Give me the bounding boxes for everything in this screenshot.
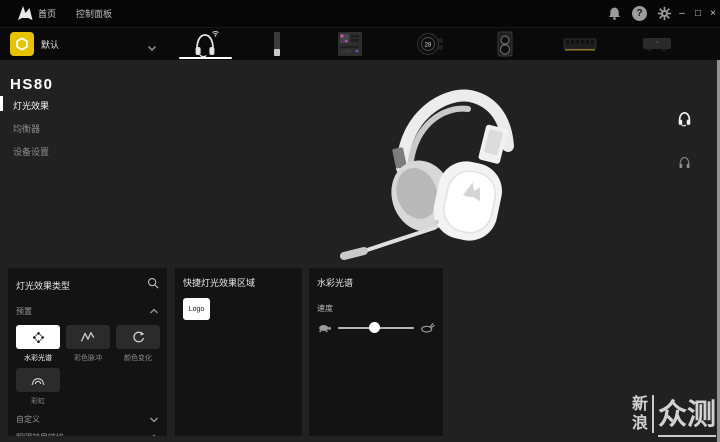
color-shift-icon [132,331,144,342]
section-lighting-link[interactable]: 照明效果链接 [16,432,159,436]
device-tab-flat-device[interactable] [635,28,679,60]
settings-gear-icon[interactable] [656,5,673,22]
wifi-icon [212,31,219,37]
headset-filled-icon [678,111,690,126]
preset-rainbow-button[interactable] [16,368,60,392]
device-tab-headset[interactable] [183,28,227,60]
chevron-up-icon [152,434,156,436]
speed-slider[interactable] [338,322,414,333]
chevron-down-icon [150,417,158,423]
headset-preview-image [330,68,570,271]
section-custom[interactable]: 自定义 [16,414,159,425]
title-bar: 首页 控制面板 ? – □ × [0,0,720,28]
preset-color-pulse-button[interactable] [66,325,110,349]
watermark-divider [652,395,655,433]
speed-label: 速度 [317,304,333,313]
rainbow-icon [31,378,45,385]
window-minimize-button[interactable]: – [674,0,690,27]
page-title: HS80 [10,76,54,93]
notifications-bell-icon[interactable] [606,5,623,22]
profile-name[interactable]: 默认 [41,28,59,60]
spray-icon [32,331,44,343]
watermark-main: 众测 [658,399,717,431]
panel-watercolor-spectrum: 水彩光谱 速度 [309,268,443,436]
preset-watercolor-button[interactable] [16,325,60,349]
preset-label: 水彩光谱 [24,355,52,362]
motherboard-icon [338,32,362,56]
corsair-logo-icon [16,4,36,28]
chevron-down-icon[interactable] [147,39,157,57]
ram-stick-icon [274,32,280,56]
cooler-icon: 28 [417,33,443,55]
panel-title: 灯光效果类型 [16,280,71,291]
window-maximize-button[interactable]: □ [690,0,706,27]
icue-window: 首页 控制面板 ? – □ × 默认 28 HS80 灯光效果 均衡器 设备设置… [0,0,720,442]
view-headset-alt-button[interactable] [674,152,694,172]
help-icon[interactable]: ? [631,5,648,22]
section-preset[interactable]: 预置 [16,306,159,317]
active-nav-indicator [0,96,3,111]
window-close-button[interactable]: × [705,0,720,27]
pulse-wave-icon [80,332,95,342]
speed-slider-handle[interactable] [369,322,381,333]
device-tab-ram-vertical[interactable] [255,28,299,60]
preset-label: 颜色变化 [124,355,152,362]
search-icon[interactable] [147,276,159,294]
device-tab-liquid-cooler[interactable]: 28 [408,28,452,60]
nav-equalizer[interactable]: 均衡器 [13,122,40,135]
device-tab-speakers[interactable] [483,28,527,60]
turtle-slow-icon [319,324,331,332]
nav-device-settings[interactable]: 设备设置 [13,145,49,158]
view-headset-front-button[interactable] [674,108,694,128]
preset-color-shift-button[interactable] [116,325,160,349]
panel-quick-lighting-zone: 快捷灯光效果区域 Logo [175,268,302,436]
svg-text:28: 28 [425,43,432,49]
logo-zone-button[interactable]: Logo [183,298,210,320]
watermark-char: 新 [632,396,649,413]
panel-title: 水彩光谱 [317,278,354,288]
headset-outline-icon [679,156,689,168]
selected-tab-indicator [179,57,232,59]
device-tab-ram-horizontal[interactable] [558,28,602,60]
ram-module-icon [563,38,597,51]
panel-lighting-effect-types: 灯光效果类型 预置 水彩光谱 彩色脉冲 颜色变化 彩虹 自定义 [8,268,167,436]
chevron-up-icon [150,308,158,314]
watermark-underline [658,435,717,437]
preset-label: 彩虹 [31,398,45,405]
watermark-sina-zhongce: 新 浪 众测 [632,391,717,437]
nav-lighting-effects[interactable]: 灯光效果 [13,99,49,112]
menu-control-panel[interactable]: 控制面板 [76,7,112,20]
flat-device-icon [643,37,671,51]
device-bar: 默认 28 [0,28,720,60]
device-tab-motherboard[interactable] [328,28,372,60]
watermark-char: 浪 [632,415,649,432]
profile-avatar[interactable] [10,32,34,56]
speaker-icon [497,31,513,57]
panel-title: 快捷灯光效果区域 [183,278,256,288]
rabbit-fast-icon [421,322,435,333]
preset-label: 彩色脉冲 [74,355,102,362]
headset-icon [195,31,219,58]
menu-home[interactable]: 首页 [38,7,56,20]
